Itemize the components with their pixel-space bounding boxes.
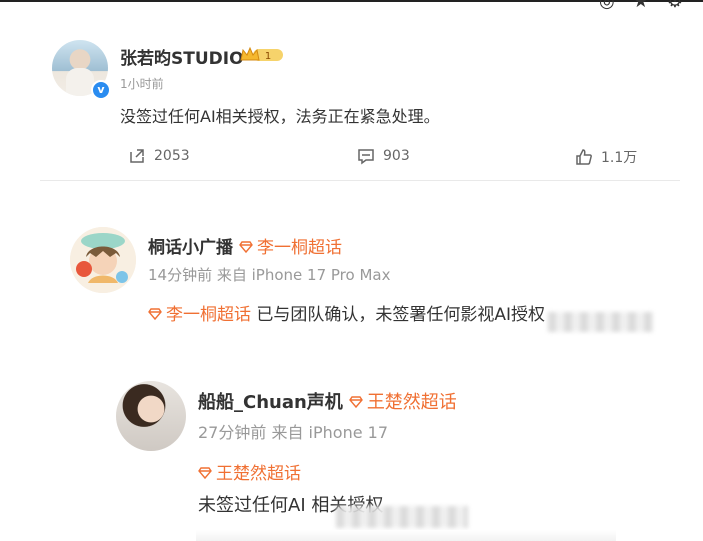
reply-meta: 27分钟前 来自 iPhone 17 [198, 419, 388, 443]
reply-topic-line: 王楚然超话 [198, 459, 301, 484]
diamond-topic-icon [148, 308, 162, 321]
refresh-icon[interactable]: ◎ [599, 0, 615, 12]
like-count: 1.1万 [601, 150, 638, 166]
reply-author-name[interactable]: 船船_Chuan声机 [198, 392, 343, 413]
blurred-watermark [336, 506, 468, 528]
like-button[interactable]: 1.1万 [575, 147, 637, 167]
verified-badge-icon: v [91, 80, 111, 100]
comment-button[interactable]: 903 [357, 147, 410, 165]
commenter-name-row: 桐话小广播 李一桐超话 [148, 233, 342, 258]
thumbs-up-icon [576, 149, 592, 165]
reply-source: 来自 iPhone 17 [271, 423, 389, 442]
top-edge [0, 0, 703, 2]
repost-icon [130, 149, 144, 163]
top-icons: ◎ ★ ⚙ [599, 0, 683, 12]
comment-body: 已与团队确认，未签署任何影视AI授权 [256, 305, 546, 325]
inline-topic-link[interactable]: 李一桐超话 [166, 305, 251, 325]
topic-tag[interactable]: 李一桐超话 [257, 238, 342, 258]
settings-icon[interactable]: ⚙ [667, 0, 683, 12]
inline-topic-link[interactable]: 王楚然超话 [216, 464, 301, 484]
post-text: 没签过任何AI相关授权，法务正在紧急处理。 [120, 107, 440, 126]
reply-time: 27分钟前 [198, 423, 267, 442]
blurred-watermark [548, 312, 653, 332]
comment-text: 李一桐超话 已与团队确认，未签署任何影视AI授权 [148, 300, 545, 325]
reply-name-row: 船船_Chuan声机 王楚然超话 [198, 388, 457, 414]
topic-tag[interactable]: 王楚然超话 [367, 392, 457, 413]
diamond-topic-icon [348, 396, 363, 409]
diamond-topic-icon [198, 467, 212, 480]
comment-icon [358, 149, 374, 165]
member-level: 1 [265, 51, 271, 62]
comment-count: 903 [383, 148, 410, 164]
commenter-avatar[interactable] [70, 227, 136, 293]
section-divider [40, 180, 680, 181]
post-time: 1小时前 [120, 77, 164, 91]
repost-button[interactable]: 2053 [128, 147, 190, 165]
reply-avatar[interactable] [116, 381, 186, 451]
comment-meta: 14分钟前 来自 iPhone 17 Pro Max [148, 264, 390, 285]
diamond-topic-icon [239, 241, 253, 254]
comment-source: 来自 iPhone 17 Pro Max [216, 266, 391, 284]
star-icon[interactable]: ★ [633, 0, 649, 12]
repost-count: 2053 [154, 148, 190, 164]
post-author-name[interactable]: 张若昀STUDIO [120, 44, 244, 69]
commenter-name[interactable]: 桐话小广播 [148, 238, 233, 258]
comment-time: 14分钟前 [148, 266, 213, 284]
crown-member-icon[interactable]: 1 [239, 46, 285, 64]
bottom-fade [196, 530, 616, 541]
